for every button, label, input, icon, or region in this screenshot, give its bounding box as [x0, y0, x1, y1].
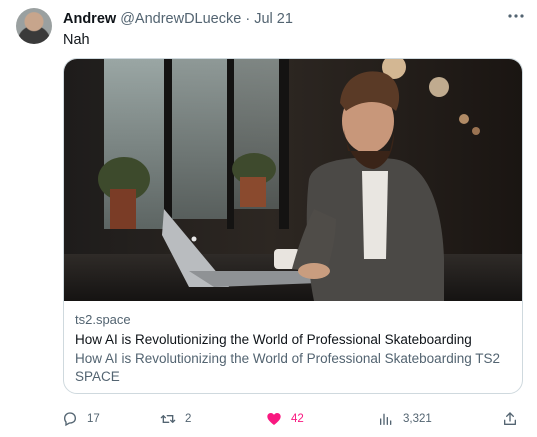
views-icon [380, 413, 392, 425]
heart-icon [267, 413, 281, 425]
reply-button[interactable]: 17 [62, 408, 100, 430]
author-handle[interactable]: @AndrewDLuecke [120, 11, 241, 27]
retweet-icon [160, 415, 176, 423]
author-name[interactable]: Andrew [63, 11, 116, 27]
link-card[interactable]: ts2.space How AI is Revolutionizing the … [63, 58, 523, 394]
card-title[interactable]: How AI is Revolutionizing the World of P… [75, 331, 512, 348]
reply-icon [63, 412, 77, 427]
card-description: How AI is Revolutionizing the World of P… [75, 351, 500, 384]
tweet-header: Andrew @AndrewDLuecke · Jul 21 [63, 10, 293, 28]
tweet-date[interactable]: Jul 21 [254, 11, 293, 27]
view-count: 3,321 [403, 413, 432, 425]
like-button[interactable]: 42 [266, 408, 304, 430]
more-options-button[interactable] [506, 6, 526, 26]
reply-count: 17 [87, 413, 100, 425]
share-icon [504, 412, 516, 425]
action-bar: 17 2 42 3,321 [56, 408, 526, 430]
retweet-button[interactable]: 2 [160, 408, 191, 430]
author-avatar[interactable] [16, 8, 52, 44]
card-domain[interactable]: ts2.space [75, 311, 512, 328]
card-image[interactable] [64, 59, 523, 301]
card-meta: ts2.space How AI is Revolutionizing the … [75, 311, 512, 386]
like-count: 42 [291, 413, 304, 425]
tweet-text: Nah [63, 32, 90, 48]
retweet-count: 2 [185, 413, 192, 425]
share-button[interactable] [502, 408, 518, 430]
views-button[interactable]: 3,321 [378, 408, 432, 430]
header-separator: · [245, 11, 251, 27]
ellipsis-icon [508, 14, 524, 18]
